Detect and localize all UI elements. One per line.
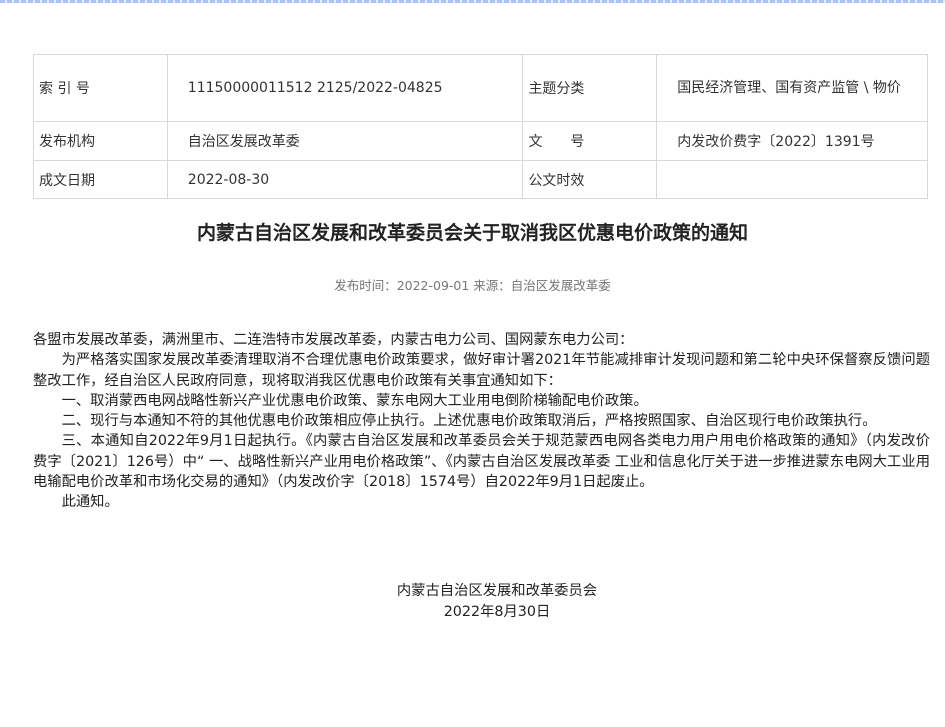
topic-label: 主题分类 [522, 54, 658, 122]
paragraph: 为严格落实国家发展改革委清理取消不合理优惠电价政策要求，做好审计署2021年节能… [33, 352, 930, 389]
org-label: 发布机构 [33, 121, 168, 161]
page-title: 内蒙古自治区发展和改革委员会关于取消我区优惠电价政策的通知 [196, 222, 748, 244]
table-row: 索 引 号 11150000011512 2125/2022-04825 主题分… [33, 54, 928, 122]
validity-label: 公文时效 [522, 160, 658, 199]
paragraph: 一、取消蒙西电网战略性新兴产业优惠电价政策、蒙东电网大工业用电倒阶梯输配电价政策… [61, 392, 648, 409]
date-value: 2022-08-30 [166, 160, 524, 199]
doc-no-label: 文 号 [522, 121, 658, 161]
date-label: 成文日期 [33, 160, 168, 199]
document-body: 各盟市发展改革委，满洲里市、二连浩特市发展改革委，内蒙古电力公司、国网蒙东电力公… [33, 330, 930, 513]
salutation: 各盟市发展改革委，满洲里市、二连浩特市发展改革委，内蒙古电力公司、国网蒙东电力公… [33, 332, 634, 348]
doc-no-value: 内发改价费字〔2022〕1391号 [656, 121, 928, 161]
signature-date: 2022年8月30日 [443, 604, 551, 620]
publish-meta: 发布时间：2022-09-01 来源：自治区发展改革委 [334, 278, 611, 293]
table-row: 发布机构 自治区发展改革委 文 号 内发改价费字〔2022〕1391号 [33, 121, 928, 161]
index-value: 11150000011512 2125/2022-04825 [166, 54, 524, 122]
top-border [0, 0, 945, 3]
signature-org: 内蒙古自治区发展和改革委员会 [396, 583, 598, 599]
paragraph: 三、本通知自2022年9月1日起执行。《内蒙古自治区发展和改革委员会关于规范蒙西… [33, 433, 930, 491]
document-info-table: 索 引 号 11150000011512 2125/2022-04825 主题分… [33, 54, 928, 199]
paragraph: 此通知。 [61, 494, 119, 511]
org-value: 自治区发展改革委 [166, 121, 524, 161]
signature: 内蒙古自治区发展和改革委员会 2022年8月30日 [297, 581, 697, 623]
topic-value: 国民经济管理、国有资产监管 \ 物价 [656, 54, 928, 122]
table-row: 成文日期 2022-08-30 公文时效 [33, 160, 928, 199]
paragraph: 二、现行与本通知不符的其他优惠电价政策相应停止执行。上述优惠电价政策取消后，严格… [61, 413, 877, 430]
index-label: 索 引 号 [33, 54, 168, 122]
validity-value [656, 160, 928, 199]
